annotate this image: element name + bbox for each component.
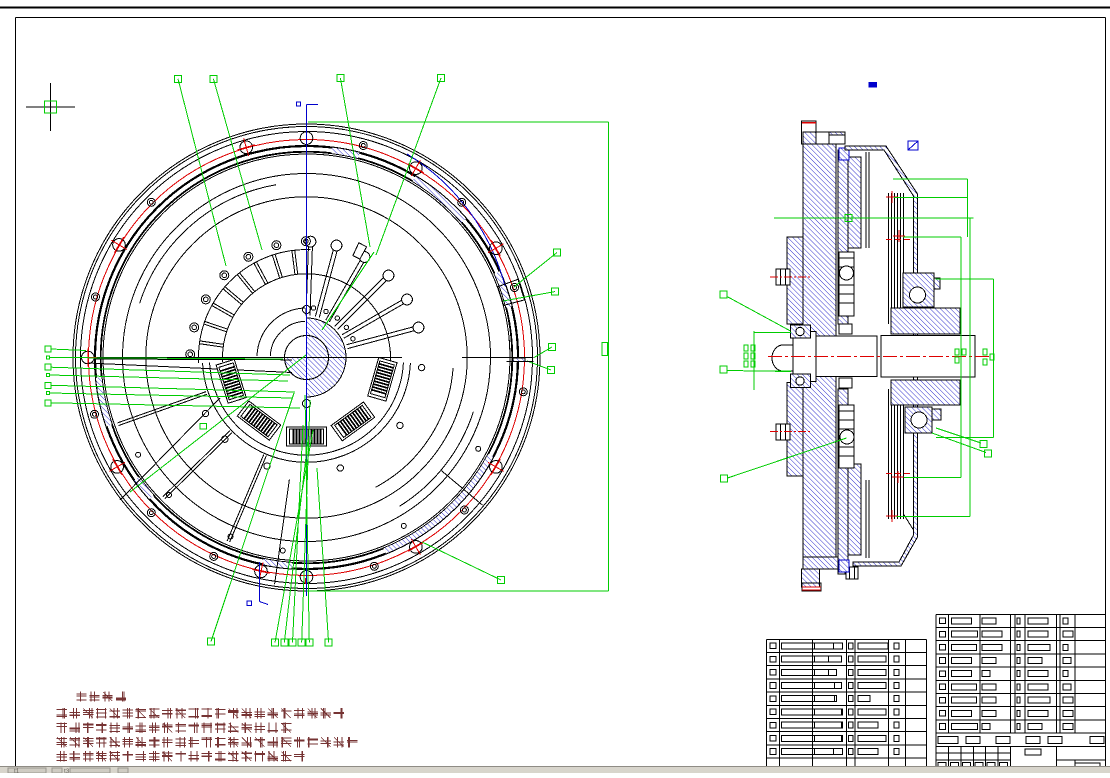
- svg-text:t1: t1: [14, 768, 20, 773]
- svg-text:t3: t3: [64, 768, 70, 773]
